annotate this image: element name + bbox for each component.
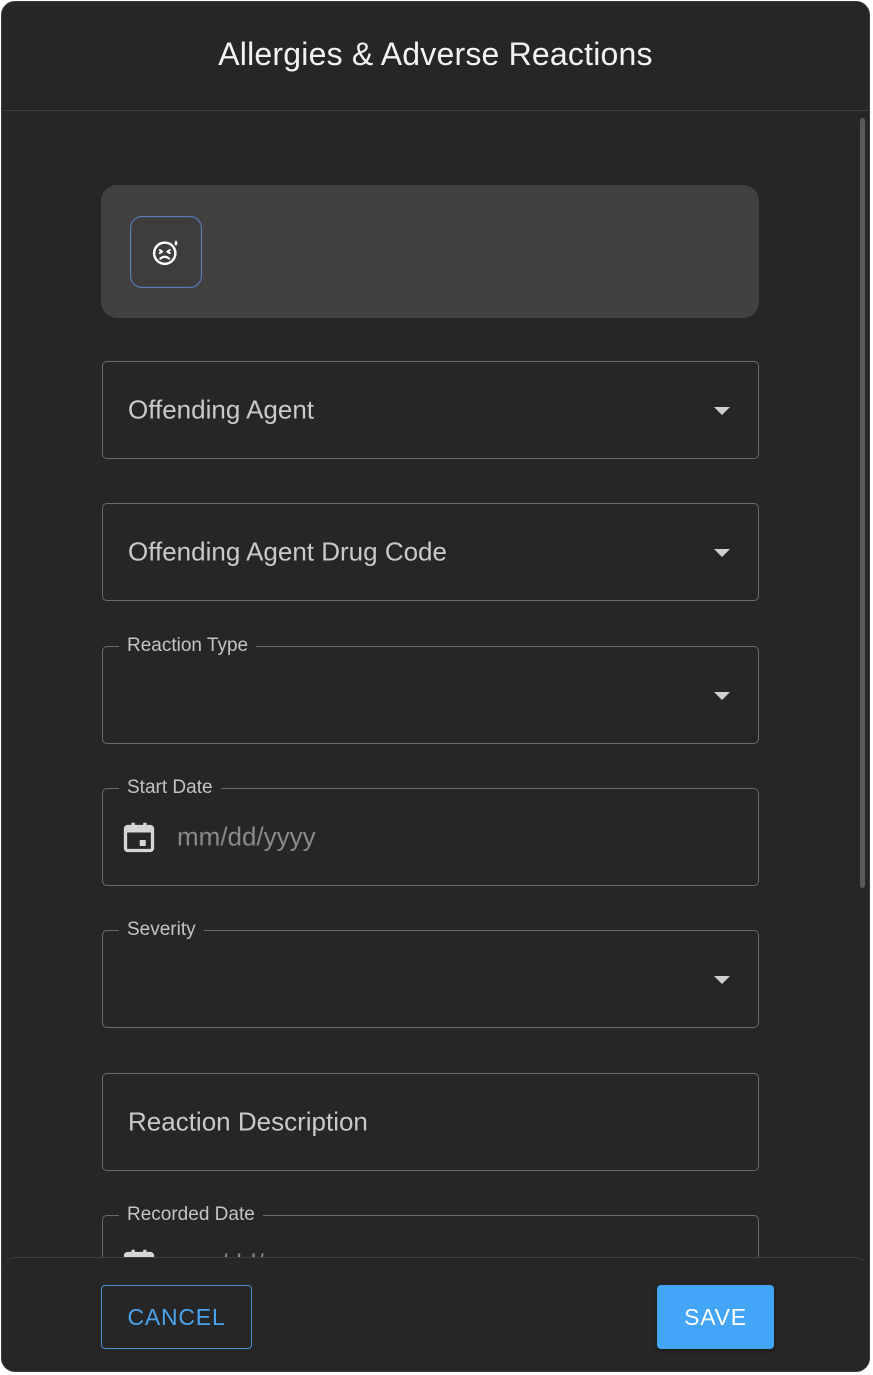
save-button[interactable]: SAVE (657, 1285, 774, 1349)
dialog-title: Allergies & Adverse Reactions (218, 35, 653, 72)
start-date-label: Start Date (119, 776, 221, 800)
offending-agent-drug-code-placeholder: Offending Agent Drug Code (128, 536, 447, 567)
severity-label: Severity (119, 918, 204, 942)
dialog-content[interactable]: Offending Agent Offending Agent Drug Cod… (2, 112, 869, 1258)
caret-down-icon (714, 976, 730, 984)
reaction-description-placeholder: Reaction Description (128, 1106, 368, 1137)
reaction-type-label: Reaction Type (119, 634, 257, 658)
offending-agent-select[interactable]: Offending Agent (102, 361, 759, 459)
recorded-date-field[interactable]: Recorded Date mm/dd/yyyy (102, 1203, 759, 1258)
caret-down-icon (714, 549, 730, 557)
reaction-description-input[interactable]: Reaction Description (102, 1073, 759, 1171)
sick-face-icon (152, 240, 178, 266)
dialog-header: Allergies & Adverse Reactions (2, 2, 869, 111)
allergy-banner (101, 185, 759, 318)
cancel-button[interactable]: CANCEL (101, 1285, 252, 1349)
offending-agent-placeholder: Offending Agent (128, 394, 315, 425)
start-date-input[interactable]: mm/dd/yyyy (177, 822, 316, 853)
severity-select[interactable]: Severity (102, 918, 759, 1028)
calendar-icon[interactable] (121, 819, 157, 855)
recorded-date-label: Recorded Date (119, 1203, 263, 1227)
start-date-field[interactable]: Start Date mm/dd/yyyy (102, 776, 759, 886)
dialog-footer: CANCEL SAVE (2, 1257, 869, 1371)
offending-agent-drug-code-select[interactable]: Offending Agent Drug Code (102, 503, 759, 601)
allergies-dialog: Allergies & Adverse Reactions Offending … (1, 1, 870, 1372)
scrollbar-thumb[interactable] (860, 118, 865, 888)
reaction-type-select[interactable]: Reaction Type (102, 634, 759, 744)
caret-down-icon (714, 692, 730, 700)
banner-icon-box (130, 216, 202, 288)
caret-down-icon (714, 407, 730, 415)
